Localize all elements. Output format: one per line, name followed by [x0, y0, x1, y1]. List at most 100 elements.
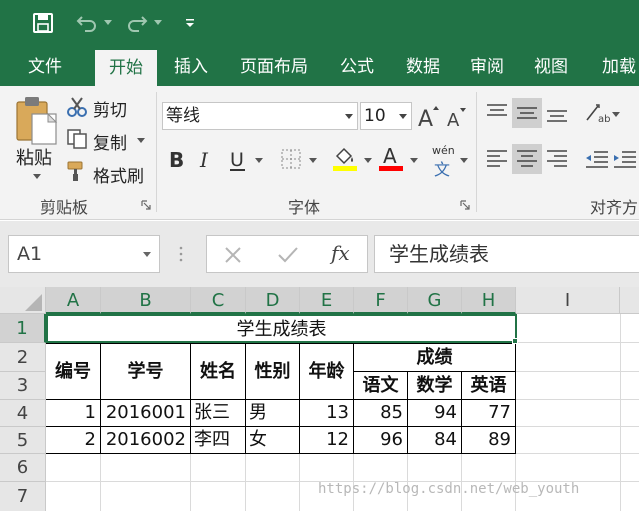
format-painter-button[interactable]: 格式刷	[93, 162, 144, 187]
cell-g5[interactable]: 84	[408, 427, 461, 453]
bold-icon[interactable]: B	[168, 148, 186, 174]
align-middle-icon[interactable]	[512, 98, 542, 128]
column-header-h[interactable]: H	[462, 287, 516, 314]
column-header-next[interactable]	[620, 287, 639, 314]
redo-dropdown-icon[interactable]	[152, 10, 164, 36]
format-painter-icon[interactable]	[66, 160, 88, 186]
grow-font-icon[interactable]: A	[418, 104, 440, 132]
cell-c5[interactable]: 李四	[191, 427, 245, 453]
cell-a5[interactable]: 2	[46, 427, 100, 453]
align-right-icon[interactable]	[544, 146, 570, 176]
header-name[interactable]: 姓名	[191, 344, 245, 399]
cut-icon[interactable]	[66, 96, 88, 122]
more-options-icon[interactable]	[178, 245, 184, 267]
font-color-icon[interactable]: A	[378, 144, 404, 176]
tab-page-layout[interactable]: 页面布局	[230, 48, 318, 86]
tab-insert[interactable]: 插入	[160, 48, 222, 86]
enter-icon[interactable]	[277, 245, 299, 269]
align-center-icon[interactable]	[512, 144, 542, 174]
orientation-dropdown-icon[interactable]	[612, 112, 620, 117]
header-math[interactable]: 数学	[408, 372, 461, 399]
row-header-3[interactable]: 3	[0, 372, 46, 400]
save-icon[interactable]	[30, 10, 56, 36]
tab-formulas[interactable]: 公式	[326, 48, 388, 86]
font-name-combo[interactable]: 等线	[162, 102, 358, 130]
paste-button[interactable]: 粘贴	[16, 144, 52, 170]
tab-home[interactable]: 开始	[95, 50, 157, 86]
fill-color-icon[interactable]	[332, 144, 358, 176]
header-scores[interactable]: 成绩	[354, 344, 515, 371]
tab-file[interactable]: 文件	[14, 48, 76, 86]
cell-d5[interactable]: 女	[246, 427, 299, 453]
cancel-icon[interactable]	[223, 245, 243, 269]
cell-g4[interactable]: 94	[408, 400, 461, 426]
cell-b5[interactable]: 2016002	[101, 427, 190, 453]
customize-icon[interactable]	[182, 10, 198, 36]
column-header-d[interactable]: D	[246, 287, 300, 314]
cell-h5[interactable]: 89	[462, 427, 515, 453]
row-header-6[interactable]: 6	[0, 454, 46, 482]
cut-button[interactable]: 剪切	[93, 96, 127, 121]
cell-e4[interactable]: 13	[300, 400, 353, 426]
copy-icon[interactable]	[66, 128, 88, 154]
underline-dropdown-icon[interactable]	[255, 158, 263, 163]
row-header-7[interactable]: 7	[0, 482, 46, 511]
font-size-combo[interactable]: 10	[360, 102, 412, 130]
fill-color-dropdown-icon[interactable]	[364, 158, 372, 163]
undo-dropdown-icon[interactable]	[102, 10, 114, 36]
italic-icon[interactable]: I	[198, 148, 216, 174]
select-all-button[interactable]	[0, 287, 46, 314]
paste-dropdown-icon[interactable]	[33, 174, 41, 179]
selected-cell-a1[interactable]: 学生成绩表	[46, 314, 517, 343]
align-left-icon[interactable]	[484, 146, 510, 176]
shrink-font-icon[interactable]: A	[446, 106, 468, 132]
header-student-no[interactable]: 学号	[101, 344, 190, 399]
column-header-g[interactable]: G	[408, 287, 462, 314]
redo-icon[interactable]	[124, 10, 150, 36]
column-header-e[interactable]: E	[300, 287, 354, 314]
borders-dropdown-icon[interactable]	[309, 158, 317, 163]
insert-function-icon[interactable]: fx	[331, 241, 350, 265]
cell-f4[interactable]: 85	[354, 400, 407, 426]
formula-input[interactable]: 学生成绩表	[374, 235, 639, 273]
increase-indent-icon[interactable]	[612, 146, 638, 176]
font-color-dropdown-icon[interactable]	[410, 158, 418, 163]
chevron-down-icon[interactable]	[399, 114, 407, 119]
chevron-down-icon[interactable]	[143, 252, 151, 257]
tab-view[interactable]: 视图	[520, 48, 582, 86]
orientation-icon[interactable]: ab	[584, 102, 610, 128]
column-header-f[interactable]: F	[354, 287, 408, 314]
borders-icon[interactable]	[280, 148, 302, 174]
chevron-down-icon[interactable]	[345, 114, 353, 119]
cell-c4[interactable]: 张三	[191, 400, 245, 426]
header-id[interactable]: 编号	[46, 344, 100, 399]
phonetic-guide-icon[interactable]: 文	[434, 156, 450, 180]
cell-a4[interactable]: 1	[46, 400, 100, 426]
tab-data[interactable]: 数据	[392, 48, 454, 86]
row-header-2[interactable]: 2	[0, 343, 46, 372]
cell-f5[interactable]: 96	[354, 427, 407, 453]
name-box[interactable]: A1	[8, 235, 160, 273]
header-age[interactable]: 年龄	[300, 344, 353, 399]
copy-dropdown-icon[interactable]	[137, 138, 145, 143]
column-header-a[interactable]: A	[46, 287, 101, 314]
header-chinese[interactable]: 语文	[354, 372, 407, 399]
undo-icon[interactable]	[74, 10, 100, 36]
decrease-indent-icon[interactable]	[584, 146, 610, 176]
header-gender[interactable]: 性别	[246, 344, 299, 399]
cell-d4[interactable]: 男	[246, 400, 299, 426]
copy-button[interactable]: 复制	[93, 129, 127, 154]
tab-add-ins[interactable]: 加载	[594, 48, 639, 86]
tab-review[interactable]: 审阅	[456, 48, 518, 86]
row-header-5[interactable]: 5	[0, 427, 46, 454]
row-header-1[interactable]: 1	[0, 314, 46, 343]
phonetic-dropdown-icon[interactable]	[460, 158, 468, 163]
column-header-i[interactable]: I	[516, 287, 620, 314]
column-header-c[interactable]: C	[191, 287, 246, 314]
column-header-b[interactable]: B	[101, 287, 191, 314]
clipboard-launcher-icon[interactable]	[141, 200, 151, 210]
cell-e5[interactable]: 12	[300, 427, 353, 453]
cell-b4[interactable]: 2016001	[101, 400, 190, 426]
underline-icon[interactable]: U	[228, 148, 248, 176]
align-top-icon[interactable]	[484, 100, 510, 130]
